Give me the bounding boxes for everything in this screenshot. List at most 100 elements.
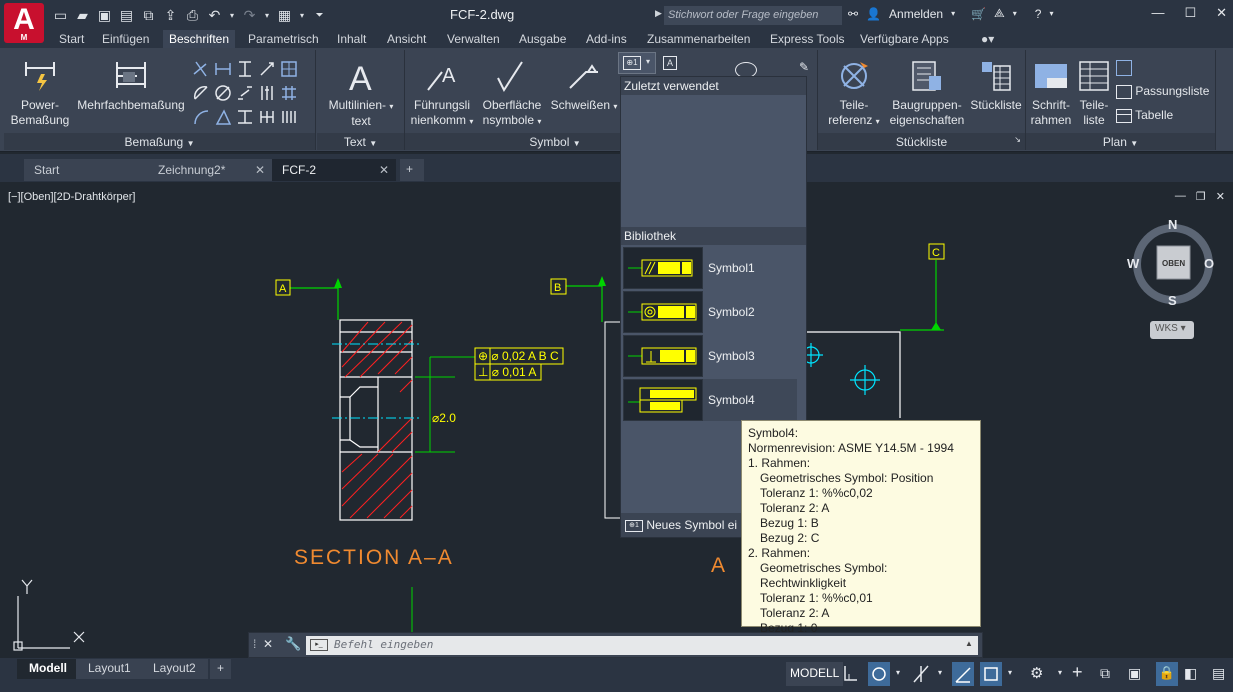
space-dim-icon[interactable] <box>280 108 298 126</box>
workspace-dropdown-icon[interactable]: ▾ <box>298 7 306 24</box>
part-reference-button[interactable]: Teile- referenz ▾ <box>826 58 882 129</box>
gear-icon[interactable]: ⚙ <box>1030 662 1052 686</box>
break-dim-icon[interactable] <box>258 108 276 126</box>
wks-button[interactable]: WKS ▾ <box>1150 321 1194 339</box>
isometric-icon[interactable] <box>952 662 974 686</box>
object-snap-icon[interactable] <box>980 662 1002 686</box>
close-tab-icon[interactable]: ✕ <box>255 163 265 177</box>
angular-dim-icon[interactable] <box>192 84 210 102</box>
library-symbol-1[interactable]: Symbol1 <box>623 247 797 289</box>
sign-in-button[interactable]: Anmelden <box>889 7 943 21</box>
a360-dropdown-icon[interactable]: ▾ <box>1013 9 1017 18</box>
library-symbol-2[interactable]: Symbol2 <box>623 291 797 333</box>
doc-tab-fcf-2[interactable]: FCF-2 ✕ <box>272 159 396 181</box>
aligned-dim-icon[interactable] <box>214 60 232 78</box>
chamfer-dim-icon[interactable] <box>214 108 232 126</box>
ribbon-minimize-icon[interactable]: ●▾ <box>975 30 1000 48</box>
welding-button[interactable]: Schweißen ▾ <box>549 58 619 114</box>
continue-dim-icon[interactable] <box>258 60 276 78</box>
annotation-scale-icon[interactable]: ⧉ <box>1100 662 1122 686</box>
save-icon[interactable]: ▣ <box>96 7 113 24</box>
drawing-canvas[interactable]: [−][Oben][2D-Drahtkörper] — ❐ ✕ ⌀2.0 ⊕ ⌀… <box>0 182 1233 658</box>
baseline-dim-icon[interactable] <box>236 60 254 78</box>
tab-beschriften[interactable]: Beschriften <box>163 30 236 48</box>
grid-icon[interactable] <box>840 662 862 686</box>
multiline-text-button[interactable]: A Multilinien- ▾ text <box>323 58 399 129</box>
viewcube[interactable]: OBEN N S W O <box>1127 217 1214 308</box>
help-dropdown-icon[interactable]: ▾ <box>1049 9 1053 18</box>
redo-icon[interactable]: ↷ <box>241 7 258 24</box>
fit-list-button[interactable]: Passungsliste <box>1116 84 1209 99</box>
tab-ausgabe[interactable]: Ausgabe <box>513 30 572 48</box>
command-recent-icon[interactable]: ▸_ <box>310 639 328 651</box>
search-expand-icon[interactable]: ▶ <box>655 8 662 19</box>
maximize-icon[interactable]: ☐ <box>1184 5 1196 21</box>
library-symbol-3[interactable]: Symbol3 <box>623 335 797 377</box>
tab-ansicht[interactable]: Ansicht <box>381 30 432 48</box>
panel-bemassung-title[interactable]: Bemaßung ▼ <box>4 133 315 150</box>
workspace-switch-icon[interactable]: ▣ <box>1128 662 1150 686</box>
binoculars-icon[interactable]: ⚯ <box>848 7 858 21</box>
tab-start[interactable]: Start <box>53 30 90 48</box>
title-block-button[interactable]: Schrift- rahmen <box>1028 58 1074 128</box>
library-symbol-4[interactable]: Symbol4 <box>623 379 797 421</box>
workspace-icon[interactable]: ▦ <box>276 7 293 24</box>
panel-launcher-icon[interactable]: ↘ <box>1014 135 1021 144</box>
radius-dim-icon[interactable] <box>236 108 254 126</box>
tab-add-ins[interactable]: Add-ins <box>580 30 633 48</box>
help-icon[interactable]: ? <box>1035 7 1042 21</box>
parts-list-button[interactable]: Teile- liste <box>1074 58 1114 128</box>
snap-dropdown-icon[interactable]: ▾ <box>896 662 904 686</box>
fcf-split-button[interactable]: ⊕1 ▾ <box>618 52 656 74</box>
layout-tab-layout1[interactable]: Layout1 <box>76 659 143 679</box>
assembly-properties-button[interactable]: Baugruppen- eigenschaften <box>888 58 966 128</box>
tab-einfuegen[interactable]: Einfügen <box>96 30 155 48</box>
vertical-dim-icon[interactable] <box>258 84 276 102</box>
doc-tab-zeichnung2[interactable]: Zeichnung2* ✕ <box>148 159 272 181</box>
isolate-icon[interactable]: ◧ <box>1184 662 1206 686</box>
command-grip-icon[interactable]: ⁞ <box>253 637 256 651</box>
customize-qat-icon[interactable]: ⏷ <box>311 7 328 24</box>
surface-symbol-button[interactable]: Oberfläche nsymbole ▾ <box>479 58 545 129</box>
command-close-icon[interactable]: ✕ <box>263 637 273 651</box>
osnap-dropdown-icon[interactable]: ▾ <box>1008 662 1016 686</box>
add-layout-icon[interactable]: + <box>210 659 232 679</box>
application-menu-button[interactable]: A M <box>4 3 44 43</box>
new-tab-icon[interactable]: + <box>400 159 424 181</box>
tab-parametrisch[interactable]: Parametrisch <box>242 30 325 48</box>
save-as-icon[interactable]: ▤ <box>118 7 135 24</box>
new-file-icon[interactable]: ▭ <box>52 7 69 24</box>
sign-in-dropdown-icon[interactable]: ▾ <box>951 9 955 18</box>
redo-dropdown-icon[interactable]: ▾ <box>263 7 271 24</box>
print-icon[interactable]: ⎙ <box>184 7 201 24</box>
snap-mode-icon[interactable] <box>868 662 890 686</box>
tab-verwalten[interactable]: Verwalten <box>441 30 506 48</box>
close-tab-icon[interactable]: ✕ <box>379 163 389 177</box>
command-dropdown-icon[interactable]: ▲ <box>965 639 973 648</box>
settings-dropdown-icon[interactable]: ▾ <box>1058 662 1066 686</box>
command-input[interactable]: Befehl eingeben <box>306 636 978 655</box>
multi-dimension-button[interactable]: Mehrfachbemaßung <box>74 58 188 113</box>
hardware-accel-icon[interactable]: ▤ <box>1212 662 1233 686</box>
datum-symbol-icon[interactable]: A <box>663 56 677 70</box>
tab-inhalt[interactable]: Inhalt <box>331 30 372 48</box>
lock-ui-icon[interactable]: 🔒 <box>1156 662 1178 686</box>
command-settings-icon[interactable]: 🔧 <box>285 636 301 652</box>
polar-dropdown-icon[interactable]: ▾ <box>938 662 946 686</box>
search-input[interactable]: Stichwort oder Frage eingeben <box>664 6 842 25</box>
open-folder-icon[interactable]: ▰ <box>74 7 91 24</box>
doc-tab-start[interactable]: Start <box>24 159 148 181</box>
tab-express-tools[interactable]: Express Tools <box>764 30 850 48</box>
panel-text-title[interactable]: Text ▼ <box>317 133 404 150</box>
user-icon[interactable]: 👤 <box>866 7 881 21</box>
minimize-icon[interactable]: — <box>1151 5 1164 21</box>
polar-tracking-icon[interactable] <box>910 662 932 686</box>
small-grid-icon[interactable] <box>1116 60 1132 76</box>
symmetric-dim-icon[interactable] <box>280 84 298 102</box>
chain-dim-icon[interactable] <box>236 84 254 102</box>
arc-dim-icon[interactable] <box>192 108 210 126</box>
undo-dropdown-icon[interactable]: ▾ <box>228 7 236 24</box>
cloud-save-icon[interactable]: ⇪ <box>162 7 179 24</box>
close-icon[interactable]: ✕ <box>1216 5 1227 21</box>
layout-tab-layout2[interactable]: Layout2 <box>141 659 208 679</box>
